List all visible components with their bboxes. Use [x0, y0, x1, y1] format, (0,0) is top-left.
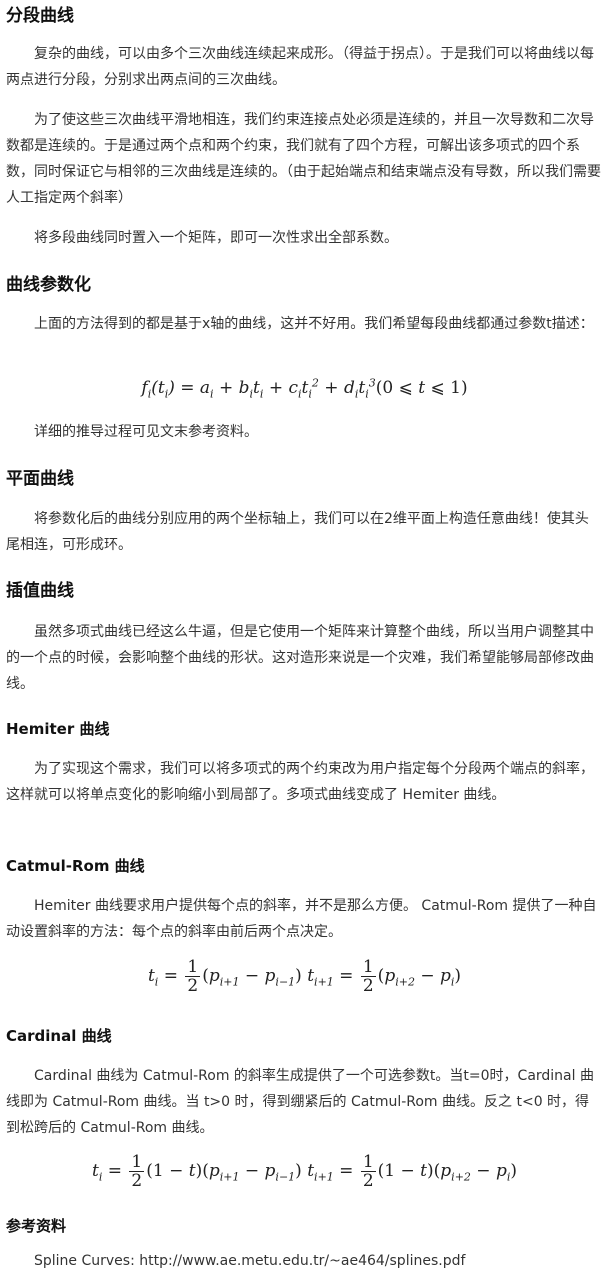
reference-item: Spline Curves: http://www.ae.metu.edu.tr…: [34, 1253, 466, 1269]
paragraph: 将多段曲线同时置入一个矩阵，即可一次性求出全部系数。: [34, 230, 398, 246]
paragraph: 复杂的曲线，可以由多个三次曲线连续起来成形。（得益于拐点）。于是我们可以将曲线以…: [6, 46, 594, 88]
paragraph: 为了使这些三次曲线平滑地相连，我们约束连接点处必须是连续的，并且一次导数和二次导…: [6, 112, 601, 206]
section-title: Catmul-Rom 曲线: [6, 857, 145, 875]
section-title: 参考资料: [6, 1217, 67, 1235]
formula-parametric: fi(ti) = ai + biti + citi2 + diti3(0 ⩽ t…: [141, 376, 468, 401]
section-title: 分段曲线: [6, 6, 74, 26]
formula-catmull-rom: ti = 1 2 (pi+1 − pi−1) ti+1 = 1 2 (pi+2 − pi…: [147, 957, 462, 996]
formula-cardinal: ti = 1 2 (1 − t)(pi+1 − pi−1) ti+1 = 1 2 (1 …: [91, 1152, 518, 1191]
section-title: 平面曲线: [6, 469, 74, 489]
paragraph: 虽然多项式曲线已经这么牛逼，但是它使用一个矩阵来计算整个曲线，所以当用户调整其中…: [6, 624, 594, 692]
section-title: 曲线参数化: [6, 275, 91, 295]
paragraph: 将参数化后的曲线分别应用的两个坐标轴上，我们可以在2维平面上构造任意曲线！使其头…: [6, 511, 589, 553]
section-title: Cardinal 曲线: [6, 1027, 112, 1045]
section-title: Hemiter 曲线: [6, 720, 110, 738]
paragraph: Hemiter 曲线要求用户提供每个点的斜率，并不是那么方便。 Catmul-R…: [6, 898, 597, 940]
section-title: 插值曲线: [6, 581, 74, 601]
paragraph: 详细的推导过程可见文末参考资料。: [34, 424, 258, 440]
paragraph: 上面的方法得到的都是基于x轴的曲线，这并不好用。我们希望每段曲线都通过参数t描述…: [34, 316, 594, 332]
paragraph: Cardinal 曲线为 Catmul-Rom 的斜率生成提供了一个可选参数t。…: [6, 1068, 594, 1136]
paragraph: 为了实现这个需求，我们可以将多项式的两个约束改为用户指定每个分段两个端点的斜率，…: [6, 761, 594, 803]
